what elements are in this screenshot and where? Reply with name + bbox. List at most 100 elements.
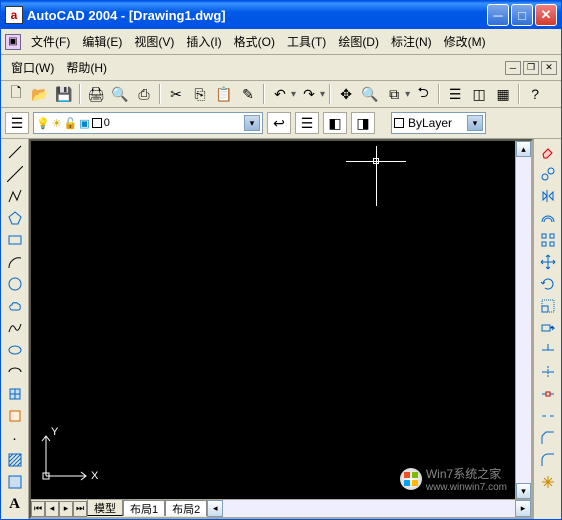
- tab-last-button[interactable]: ⏭: [73, 501, 87, 517]
- menu-view[interactable]: 视图(V): [128, 31, 180, 52]
- tab-layout2[interactable]: 布局2: [165, 500, 207, 516]
- ellipse-arc-tool[interactable]: [3, 361, 27, 383]
- help-button[interactable]: ?: [524, 83, 546, 105]
- scroll-down-button[interactable]: ▾: [516, 483, 531, 499]
- paste-button[interactable]: 📋: [213, 83, 235, 105]
- menu-insert[interactable]: 插入(I): [180, 31, 227, 52]
- mdi-minimize-button[interactable]: ─: [505, 61, 521, 75]
- linetype-button-3[interactable]: ◨: [351, 112, 375, 134]
- close-button[interactable]: ✕: [535, 4, 557, 26]
- tab-first-button[interactable]: ⏮: [31, 501, 45, 517]
- zoom-window-button[interactable]: ⧉: [383, 83, 405, 105]
- linetype-button-1[interactable]: ☰: [295, 112, 319, 134]
- text-tool[interactable]: A: [3, 493, 27, 515]
- erase-tool[interactable]: [536, 141, 560, 163]
- print-preview-button[interactable]: 🔍: [109, 83, 131, 105]
- match-props-button[interactable]: ✎: [237, 83, 259, 105]
- chamfer-tool[interactable]: [536, 427, 560, 449]
- scroll-track[interactable]: [223, 500, 515, 517]
- layer-manager-button[interactable]: ☰: [5, 112, 29, 134]
- open-button[interactable]: 📂: [29, 83, 51, 105]
- arc-tool[interactable]: [3, 251, 27, 273]
- layer-previous-button[interactable]: ↩: [267, 112, 291, 134]
- scroll-left-button[interactable]: ◂: [207, 500, 223, 517]
- menu-dim[interactable]: 标注(N): [385, 31, 438, 52]
- properties-button[interactable]: ☰: [444, 83, 466, 105]
- polyline-tool[interactable]: [3, 185, 27, 207]
- design-center-button[interactable]: ◫: [468, 83, 490, 105]
- titlebar[interactable]: a AutoCAD 2004 - [Drawing1.dwg] ─ □ ✕: [1, 1, 561, 29]
- circle-tool[interactable]: [3, 273, 27, 295]
- vertical-scrollbar[interactable]: ▴ ▾: [515, 141, 531, 499]
- tab-next-button[interactable]: ▸: [59, 501, 73, 517]
- scale-tool[interactable]: [536, 295, 560, 317]
- menu-tools[interactable]: 工具(T): [281, 31, 332, 52]
- make-block-tool[interactable]: [3, 405, 27, 427]
- break-tool[interactable]: [536, 405, 560, 427]
- offset-tool[interactable]: [536, 207, 560, 229]
- zoom-dropdown[interactable]: ▾: [405, 89, 410, 100]
- spline-tool[interactable]: [3, 317, 27, 339]
- rectangle-tool[interactable]: [3, 229, 27, 251]
- construction-line-tool[interactable]: [3, 163, 27, 185]
- break-at-point-tool[interactable]: [536, 383, 560, 405]
- line-tool[interactable]: [3, 141, 27, 163]
- zoom-previous-button[interactable]: ⮌: [412, 83, 434, 105]
- move-tool[interactable]: [536, 251, 560, 273]
- ellipse-tool[interactable]: [3, 339, 27, 361]
- color-combo[interactable]: ByLayer ▾: [391, 112, 486, 134]
- pan-button[interactable]: ✥: [335, 83, 357, 105]
- stretch-tool[interactable]: [536, 317, 560, 339]
- copy-tool[interactable]: [536, 163, 560, 185]
- tab-prev-button[interactable]: ◂: [45, 501, 59, 517]
- scroll-up-button[interactable]: ▴: [516, 141, 531, 157]
- menu-edit[interactable]: 编辑(E): [76, 31, 128, 52]
- tab-layout1[interactable]: 布局1: [123, 500, 165, 516]
- fillet-tool[interactable]: [536, 449, 560, 471]
- layer-dropdown-button[interactable]: ▾: [244, 115, 260, 131]
- menu-draw[interactable]: 绘图(D): [332, 31, 385, 52]
- redo-dropdown[interactable]: ▾: [320, 89, 325, 100]
- linetype-button-2[interactable]: ◧: [323, 112, 347, 134]
- scroll-right-button[interactable]: ▸: [515, 500, 531, 517]
- minimize-button[interactable]: ─: [487, 4, 509, 26]
- menu-file[interactable]: 文件(F): [25, 31, 76, 52]
- publish-button[interactable]: ⎙: [133, 83, 155, 105]
- undo-button[interactable]: ↶: [269, 83, 291, 105]
- maximize-button[interactable]: □: [511, 4, 533, 26]
- horizontal-scrollbar[interactable]: ◂ ▸: [207, 500, 531, 517]
- document-icon[interactable]: ▣: [5, 34, 21, 50]
- menu-format[interactable]: 格式(O): [228, 31, 281, 52]
- rotate-tool[interactable]: [536, 273, 560, 295]
- cut-button[interactable]: ✂: [165, 83, 187, 105]
- save-button[interactable]: 💾: [53, 83, 75, 105]
- region-tool[interactable]: [3, 471, 27, 493]
- copy-button[interactable]: ⎘: [189, 83, 211, 105]
- explode-tool[interactable]: [536, 471, 560, 493]
- revision-cloud-tool[interactable]: [3, 295, 27, 317]
- insert-block-tool[interactable]: [3, 383, 27, 405]
- color-dropdown-button[interactable]: ▾: [467, 115, 483, 131]
- mirror-tool[interactable]: [536, 185, 560, 207]
- menu-window[interactable]: 窗口(W): [5, 57, 60, 78]
- trim-tool[interactable]: [536, 339, 560, 361]
- mdi-restore-button[interactable]: ❐: [523, 61, 539, 75]
- canvas[interactable]: X Y Win7系统之家 www.winwin7.com: [31, 141, 515, 499]
- tab-model[interactable]: 模型: [87, 500, 123, 516]
- extend-tool[interactable]: [536, 361, 560, 383]
- zoom-realtime-button[interactable]: 🔍: [359, 83, 381, 105]
- array-tool[interactable]: [536, 229, 560, 251]
- scroll-track[interactable]: [516, 157, 531, 483]
- layer-combo[interactable]: 💡 ☀ 🔓 ▣ 0 ▾: [33, 112, 263, 134]
- redo-button[interactable]: ↷: [298, 83, 320, 105]
- mdi-close-button[interactable]: ✕: [541, 61, 557, 75]
- point-tool[interactable]: ·: [3, 427, 27, 449]
- polygon-tool[interactable]: [3, 207, 27, 229]
- new-button[interactable]: 🗋: [5, 83, 27, 105]
- hatch-tool[interactable]: [3, 449, 27, 471]
- menu-help[interactable]: 帮助(H): [60, 57, 113, 78]
- print-button[interactable]: 🖨: [85, 83, 107, 105]
- tool-palettes-button[interactable]: ▦: [492, 83, 514, 105]
- menu-modify[interactable]: 修改(M): [438, 31, 492, 52]
- undo-dropdown[interactable]: ▾: [291, 89, 296, 100]
